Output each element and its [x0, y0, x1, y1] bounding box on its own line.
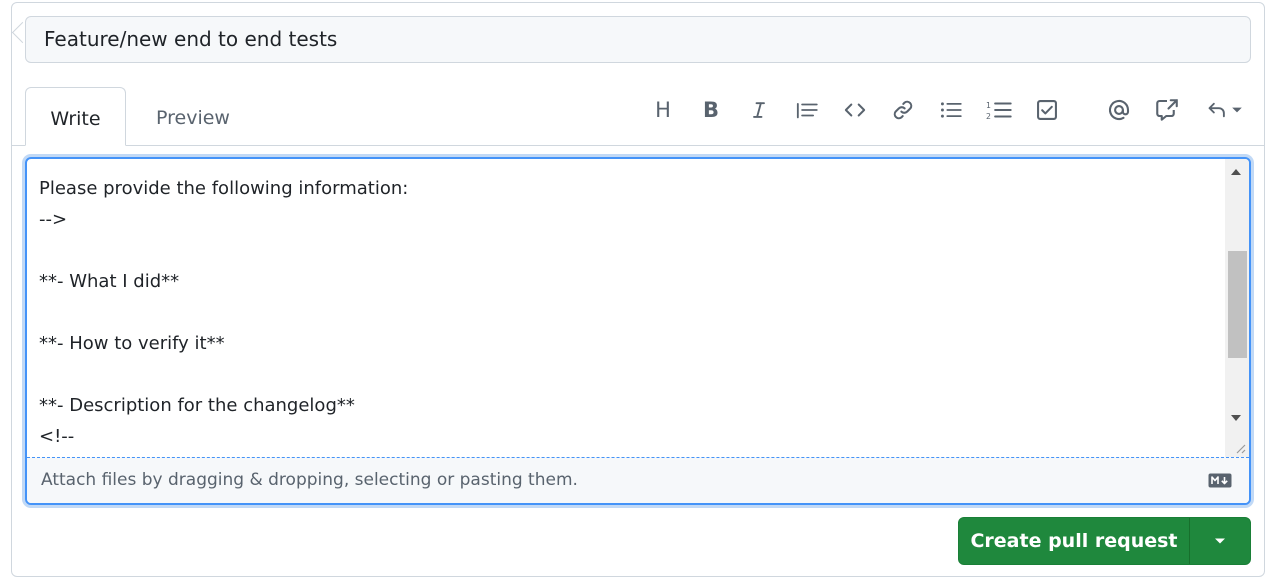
- tab-write[interactable]: Write: [25, 87, 126, 146]
- bulleted-list-icon[interactable]: [935, 94, 967, 126]
- create-pull-request-group: Create pull request: [958, 517, 1251, 565]
- mention-icon[interactable]: [1103, 94, 1135, 126]
- comment-editor: Please provide the following information…: [25, 157, 1251, 505]
- tab-preview[interactable]: Preview: [135, 87, 251, 146]
- italic-icon[interactable]: [743, 94, 775, 126]
- task-list-icon[interactable]: [1031, 94, 1063, 126]
- bold-icon[interactable]: B: [695, 94, 727, 126]
- attach-files-bar[interactable]: Attach files by dragging & dropping, sel…: [27, 457, 1249, 503]
- undo-icon[interactable]: [1200, 94, 1248, 126]
- scroll-down-icon[interactable]: [1231, 415, 1241, 421]
- svg-text:1: 1: [986, 101, 991, 110]
- triangle-down-icon: [1215, 538, 1225, 544]
- heading-icon[interactable]: H: [647, 94, 679, 126]
- scrollbar-thumb[interactable]: [1228, 251, 1247, 358]
- scroll-up-icon[interactable]: [1231, 169, 1241, 175]
- quote-icon[interactable]: [791, 94, 823, 126]
- attach-files-hint: Attach files by dragging & dropping, sel…: [41, 470, 578, 490]
- resize-handle[interactable]: [1225, 433, 1249, 457]
- create-options-dropdown[interactable]: [1190, 518, 1250, 564]
- create-pull-request-button[interactable]: Create pull request: [959, 518, 1189, 564]
- comment-body-textarea[interactable]: Please provide the following information…: [39, 173, 1219, 452]
- cross-reference-icon[interactable]: [1151, 94, 1183, 126]
- pr-title-input[interactable]: Feature/new end to end tests: [25, 16, 1251, 63]
- link-icon[interactable]: [887, 94, 919, 126]
- editor-scrollbar[interactable]: [1225, 159, 1249, 457]
- numbered-list-icon[interactable]: 12: [983, 94, 1015, 126]
- svg-text:2: 2: [986, 112, 991, 121]
- chevron-down-icon: [1231, 107, 1242, 113]
- code-icon[interactable]: [839, 94, 871, 126]
- markdown-icon[interactable]: [1208, 472, 1232, 488]
